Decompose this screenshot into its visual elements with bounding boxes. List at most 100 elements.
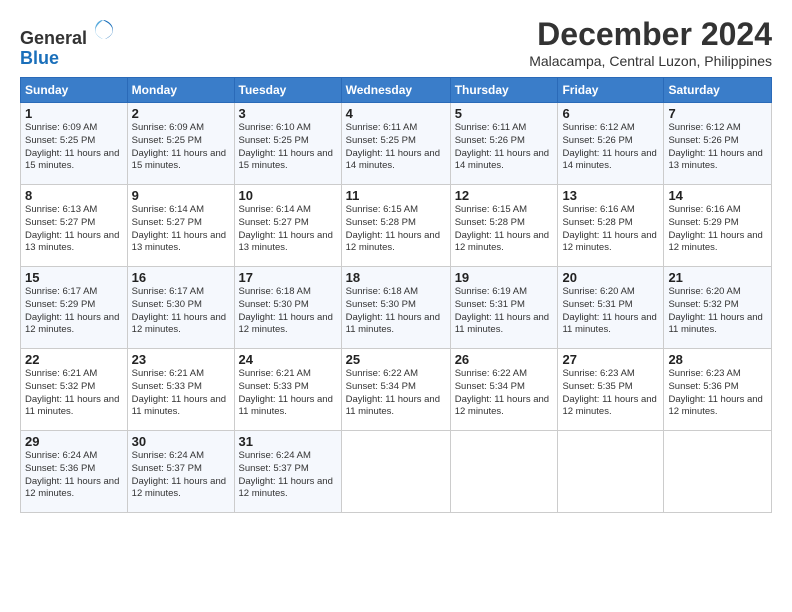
calendar-week-row: 22 Sunrise: 6:21 AM Sunset: 5:32 PM Dayl… [21, 349, 772, 431]
table-row: 27 Sunrise: 6:23 AM Sunset: 5:35 PM Dayl… [558, 349, 664, 431]
day-number: 28 [668, 352, 767, 367]
day-detail: Sunrise: 6:18 AM Sunset: 5:30 PM Dayligh… [239, 286, 337, 337]
day-detail: Sunrise: 6:10 AM Sunset: 5:25 PM Dayligh… [239, 122, 337, 173]
day-number: 5 [455, 106, 554, 121]
day-detail: Sunrise: 6:14 AM Sunset: 5:27 PM Dayligh… [239, 204, 337, 255]
day-number: 24 [239, 352, 337, 367]
calendar-table: Sunday Monday Tuesday Wednesday Thursday… [20, 77, 772, 513]
table-row: 18 Sunrise: 6:18 AM Sunset: 5:30 PM Dayl… [341, 267, 450, 349]
table-row: 7 Sunrise: 6:12 AM Sunset: 5:26 PM Dayli… [664, 103, 772, 185]
table-row: 11 Sunrise: 6:15 AM Sunset: 5:28 PM Dayl… [341, 185, 450, 267]
title-block: December 2024 Malacampa, Central Luzon, … [529, 16, 772, 69]
day-number: 25 [346, 352, 446, 367]
day-detail: Sunrise: 6:23 AM Sunset: 5:35 PM Dayligh… [562, 368, 659, 419]
day-number: 16 [132, 270, 230, 285]
table-row [341, 431, 450, 513]
day-number: 4 [346, 106, 446, 121]
table-row: 1 Sunrise: 6:09 AM Sunset: 5:25 PM Dayli… [21, 103, 128, 185]
day-number: 23 [132, 352, 230, 367]
main-container: General Blue December 2024 Malacampa, Ce… [0, 0, 792, 523]
header-monday: Monday [127, 78, 234, 103]
table-row: 31 Sunrise: 6:24 AM Sunset: 5:37 PM Dayl… [234, 431, 341, 513]
table-row: 28 Sunrise: 6:23 AM Sunset: 5:36 PM Dayl… [664, 349, 772, 431]
table-row [664, 431, 772, 513]
table-row: 14 Sunrise: 6:16 AM Sunset: 5:29 PM Dayl… [664, 185, 772, 267]
table-row: 2 Sunrise: 6:09 AM Sunset: 5:25 PM Dayli… [127, 103, 234, 185]
table-row: 26 Sunrise: 6:22 AM Sunset: 5:34 PM Dayl… [450, 349, 558, 431]
location: Malacampa, Central Luzon, Philippines [529, 53, 772, 69]
day-number: 21 [668, 270, 767, 285]
day-number: 1 [25, 106, 123, 121]
day-detail: Sunrise: 6:11 AM Sunset: 5:25 PM Dayligh… [346, 122, 446, 173]
day-detail: Sunrise: 6:14 AM Sunset: 5:27 PM Dayligh… [132, 204, 230, 255]
day-number: 14 [668, 188, 767, 203]
day-detail: Sunrise: 6:13 AM Sunset: 5:27 PM Dayligh… [25, 204, 123, 255]
table-row: 23 Sunrise: 6:21 AM Sunset: 5:33 PM Dayl… [127, 349, 234, 431]
day-detail: Sunrise: 6:12 AM Sunset: 5:26 PM Dayligh… [562, 122, 659, 173]
table-row: 20 Sunrise: 6:20 AM Sunset: 5:31 PM Dayl… [558, 267, 664, 349]
day-number: 19 [455, 270, 554, 285]
day-number: 22 [25, 352, 123, 367]
day-detail: Sunrise: 6:17 AM Sunset: 5:29 PM Dayligh… [25, 286, 123, 337]
day-number: 8 [25, 188, 123, 203]
header-sunday: Sunday [21, 78, 128, 103]
day-number: 11 [346, 188, 446, 203]
day-number: 29 [25, 434, 123, 449]
day-number: 6 [562, 106, 659, 121]
day-detail: Sunrise: 6:22 AM Sunset: 5:34 PM Dayligh… [455, 368, 554, 419]
table-row: 16 Sunrise: 6:17 AM Sunset: 5:30 PM Dayl… [127, 267, 234, 349]
day-detail: Sunrise: 6:21 AM Sunset: 5:33 PM Dayligh… [132, 368, 230, 419]
day-detail: Sunrise: 6:15 AM Sunset: 5:28 PM Dayligh… [346, 204, 446, 255]
day-number: 30 [132, 434, 230, 449]
day-detail: Sunrise: 6:20 AM Sunset: 5:31 PM Dayligh… [562, 286, 659, 337]
month-title: December 2024 [529, 16, 772, 53]
table-row: 29 Sunrise: 6:24 AM Sunset: 5:36 PM Dayl… [21, 431, 128, 513]
day-detail: Sunrise: 6:11 AM Sunset: 5:26 PM Dayligh… [455, 122, 554, 173]
day-detail: Sunrise: 6:20 AM Sunset: 5:32 PM Dayligh… [668, 286, 767, 337]
day-detail: Sunrise: 6:09 AM Sunset: 5:25 PM Dayligh… [25, 122, 123, 173]
day-number: 2 [132, 106, 230, 121]
day-number: 18 [346, 270, 446, 285]
table-row: 25 Sunrise: 6:22 AM Sunset: 5:34 PM Dayl… [341, 349, 450, 431]
logo-general: General [20, 28, 87, 48]
table-row: 13 Sunrise: 6:16 AM Sunset: 5:28 PM Dayl… [558, 185, 664, 267]
table-row: 12 Sunrise: 6:15 AM Sunset: 5:28 PM Dayl… [450, 185, 558, 267]
day-detail: Sunrise: 6:17 AM Sunset: 5:30 PM Dayligh… [132, 286, 230, 337]
table-row [558, 431, 664, 513]
day-detail: Sunrise: 6:24 AM Sunset: 5:36 PM Dayligh… [25, 450, 123, 501]
day-number: 20 [562, 270, 659, 285]
day-detail: Sunrise: 6:23 AM Sunset: 5:36 PM Dayligh… [668, 368, 767, 419]
header: General Blue December 2024 Malacampa, Ce… [20, 16, 772, 69]
day-detail: Sunrise: 6:12 AM Sunset: 5:26 PM Dayligh… [668, 122, 767, 173]
day-number: 3 [239, 106, 337, 121]
weekday-header-row: Sunday Monday Tuesday Wednesday Thursday… [21, 78, 772, 103]
table-row: 30 Sunrise: 6:24 AM Sunset: 5:37 PM Dayl… [127, 431, 234, 513]
table-row [450, 431, 558, 513]
day-detail: Sunrise: 6:19 AM Sunset: 5:31 PM Dayligh… [455, 286, 554, 337]
table-row: 3 Sunrise: 6:10 AM Sunset: 5:25 PM Dayli… [234, 103, 341, 185]
table-row: 9 Sunrise: 6:14 AM Sunset: 5:27 PM Dayli… [127, 185, 234, 267]
table-row: 21 Sunrise: 6:20 AM Sunset: 5:32 PM Dayl… [664, 267, 772, 349]
day-number: 12 [455, 188, 554, 203]
header-friday: Friday [558, 78, 664, 103]
header-wednesday: Wednesday [341, 78, 450, 103]
table-row: 19 Sunrise: 6:19 AM Sunset: 5:31 PM Dayl… [450, 267, 558, 349]
day-detail: Sunrise: 6:21 AM Sunset: 5:33 PM Dayligh… [239, 368, 337, 419]
day-number: 10 [239, 188, 337, 203]
day-number: 15 [25, 270, 123, 285]
day-number: 7 [668, 106, 767, 121]
day-detail: Sunrise: 6:18 AM Sunset: 5:30 PM Dayligh… [346, 286, 446, 337]
table-row: 4 Sunrise: 6:11 AM Sunset: 5:25 PM Dayli… [341, 103, 450, 185]
calendar-week-row: 29 Sunrise: 6:24 AM Sunset: 5:36 PM Dayl… [21, 431, 772, 513]
table-row: 24 Sunrise: 6:21 AM Sunset: 5:33 PM Dayl… [234, 349, 341, 431]
day-detail: Sunrise: 6:24 AM Sunset: 5:37 PM Dayligh… [132, 450, 230, 501]
day-number: 13 [562, 188, 659, 203]
day-number: 26 [455, 352, 554, 367]
logo-bird-icon [89, 16, 117, 44]
table-row: 22 Sunrise: 6:21 AM Sunset: 5:32 PM Dayl… [21, 349, 128, 431]
header-saturday: Saturday [664, 78, 772, 103]
day-detail: Sunrise: 6:24 AM Sunset: 5:37 PM Dayligh… [239, 450, 337, 501]
calendar-week-row: 8 Sunrise: 6:13 AM Sunset: 5:27 PM Dayli… [21, 185, 772, 267]
day-number: 17 [239, 270, 337, 285]
day-detail: Sunrise: 6:16 AM Sunset: 5:28 PM Dayligh… [562, 204, 659, 255]
